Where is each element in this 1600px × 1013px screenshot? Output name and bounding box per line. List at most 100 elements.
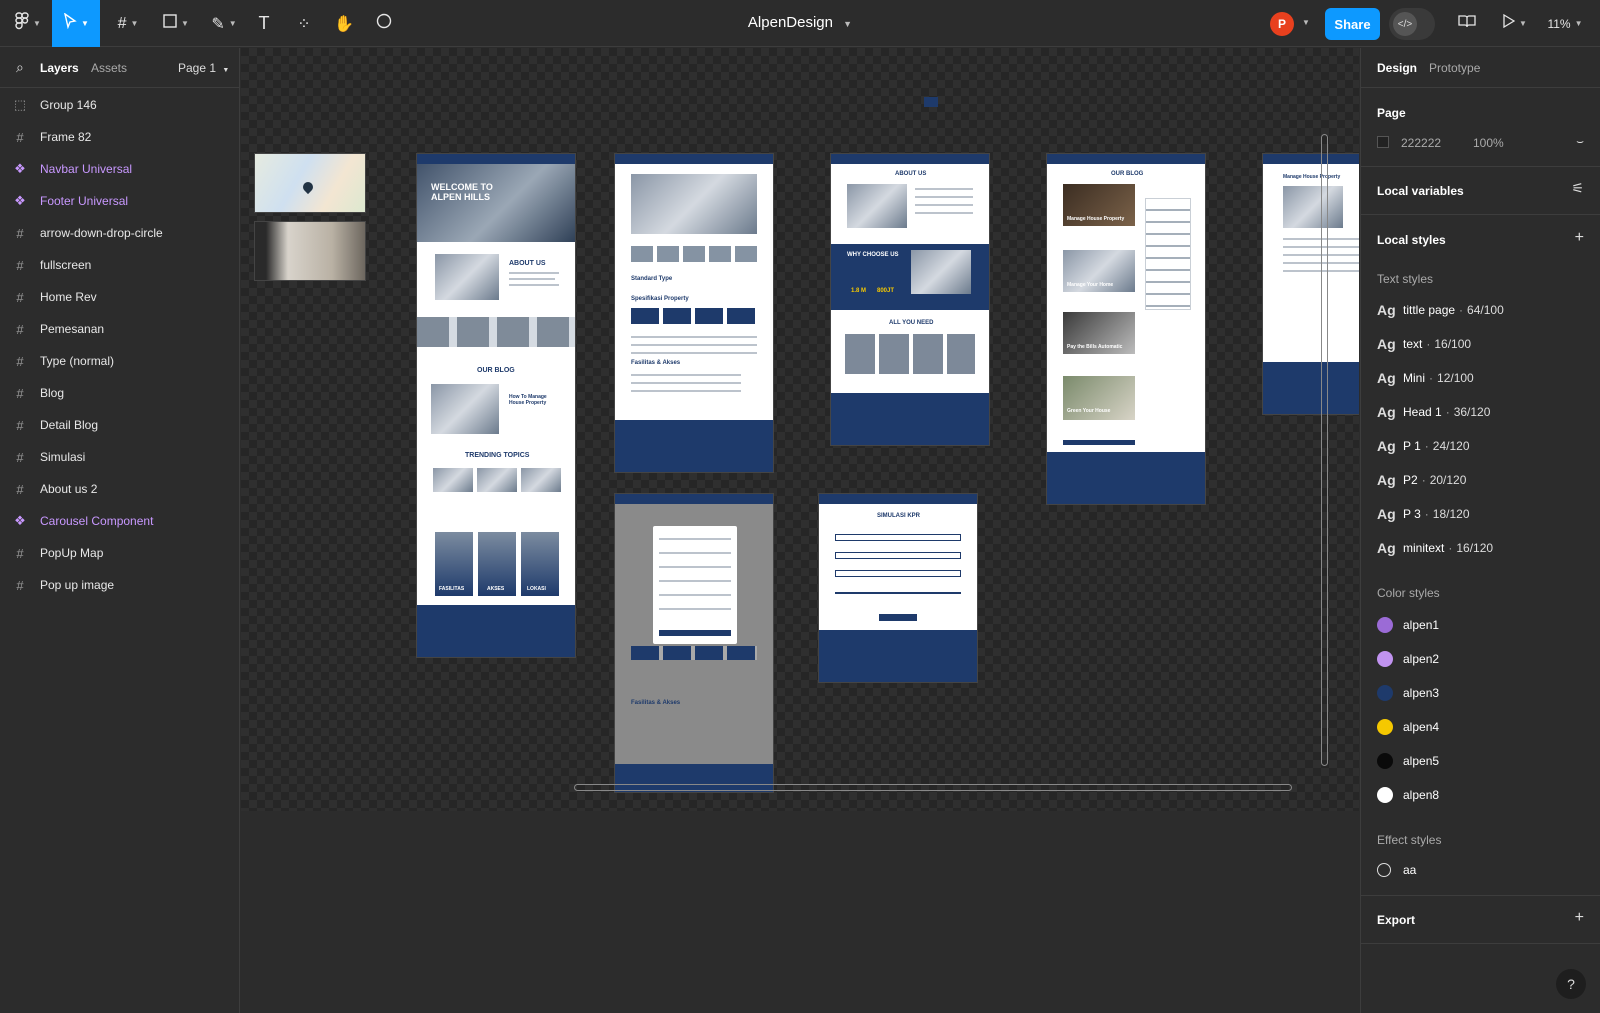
dev-mode-toggle[interactable]: </>: [1389, 8, 1435, 40]
avatar[interactable]: P: [1270, 12, 1294, 36]
tiny-note[interactable]: [924, 97, 938, 107]
comment-tool-button[interactable]: [370, 0, 398, 47]
library-button[interactable]: [1452, 0, 1482, 47]
text-style-item[interactable]: Ag minitext · 16/120: [1377, 538, 1493, 558]
frame-detail-blog[interactable]: Manage House Property: [1262, 153, 1359, 415]
layer-item[interactable]: ❖ Footer Universal: [0, 185, 239, 217]
tab-design[interactable]: Design: [1377, 61, 1417, 75]
blog-sidebar: [1145, 198, 1191, 310]
canvas-vertical-scrollbar[interactable]: [1321, 134, 1328, 766]
text-style-name: tittle page: [1403, 303, 1456, 317]
layer-item[interactable]: ⬚ Group 146: [0, 89, 239, 121]
local-variables-title[interactable]: Local variables: [1377, 184, 1464, 198]
hero-image: [417, 164, 575, 242]
text-style-separator: ·: [1429, 371, 1434, 385]
pen-tool-button[interactable]: ✎ ▼: [204, 0, 244, 47]
eye-closed-icon[interactable]: ⌣: [1576, 134, 1584, 149]
stat-2: 800JT: [877, 288, 895, 294]
tab-prototype[interactable]: Prototype: [1429, 61, 1480, 75]
component-icon: ❖: [14, 161, 26, 176]
hand-tool-button[interactable]: ✋: [330, 0, 358, 47]
text-style-spec: 16/100: [1434, 337, 1472, 351]
file-name[interactable]: AlpenDesign: [748, 14, 833, 31]
color-style-item[interactable]: alpen4: [1377, 717, 1439, 737]
layer-item[interactable]: ❖ Navbar Universal: [0, 153, 239, 185]
frame-simulasi[interactable]: SIMULASI KPR: [818, 493, 978, 683]
frame-popup-map[interactable]: [254, 153, 366, 213]
canvas-horizontal-scrollbar[interactable]: [574, 784, 1292, 791]
add-style-icon[interactable]: +: [1575, 229, 1584, 247]
frame-pemesanan[interactable]: Fasilitas & Akses: [614, 493, 774, 793]
frame-type-normal[interactable]: Standard Type Spesifikasi Property Fasil…: [614, 153, 774, 473]
color-style-item[interactable]: alpen8: [1377, 785, 1439, 805]
resources-tool-button[interactable]: ⁘: [290, 0, 318, 47]
layer-item[interactable]: ❖ Carousel Component: [0, 505, 239, 537]
trending-1: [433, 468, 473, 492]
text-style-item[interactable]: Ag Mini · 12/100: [1377, 368, 1474, 388]
text-style-spec: 18/120: [1432, 507, 1470, 521]
present-button[interactable]: ▼: [1498, 0, 1532, 47]
sliders-icon[interactable]: ⚟: [1571, 180, 1584, 197]
chevron-down-icon[interactable]: ▼: [843, 19, 852, 29]
chevron-down-icon: ▼: [33, 19, 41, 28]
tab-assets[interactable]: Assets: [91, 61, 127, 75]
play-icon: [1503, 13, 1516, 33]
frame-tool-button[interactable]: # ▼: [108, 0, 148, 47]
frame-about-us[interactable]: ABOUT US WHY CHOOSE US 1.8 M 800JT ALL Y…: [830, 153, 990, 446]
layer-item[interactable]: # Pop up image: [0, 569, 239, 601]
share-button[interactable]: Share: [1325, 8, 1380, 40]
add-export-icon[interactable]: +: [1575, 909, 1584, 927]
figma-logo-icon: [15, 12, 29, 35]
carousel-strip: [417, 317, 575, 347]
color-style-item[interactable]: alpen5: [1377, 751, 1439, 771]
text-style-item[interactable]: Ag Head 1 · 36/120: [1377, 402, 1490, 422]
canvas[interactable]: WELCOME TO ALPEN HILLS ABOUT US OUR BLOG…: [241, 48, 1359, 811]
layer-item[interactable]: # Pemesanan: [0, 313, 239, 345]
layer-name: Detail Blog: [40, 418, 99, 432]
frame-blog[interactable]: OUR BLOG Manage House Property Manage Yo…: [1046, 153, 1206, 505]
layer-item[interactable]: # Detail Blog: [0, 409, 239, 441]
frame-icon: #: [16, 481, 24, 497]
layer-item[interactable]: # About us 2: [0, 473, 239, 505]
footer: [417, 605, 575, 657]
color-style-item[interactable]: alpen2: [1377, 649, 1439, 669]
search-icon[interactable]: ⌕: [16, 59, 24, 76]
page-color-value[interactable]: 222222: [1401, 136, 1441, 150]
text-style-item[interactable]: Ag tittle page · 64/100: [1377, 300, 1504, 320]
layer-item[interactable]: # arrow-down-drop-circle: [0, 217, 239, 249]
chevron-down-icon: ▼: [1519, 19, 1527, 28]
layer-item[interactable]: # Simulasi: [0, 441, 239, 473]
layer-item[interactable]: # PopUp Map: [0, 537, 239, 569]
text-style-item[interactable]: Ag P2 · 20/120: [1377, 470, 1466, 490]
help-button[interactable]: ?: [1556, 969, 1586, 999]
sim-button: [879, 614, 917, 621]
page-selector[interactable]: Page 1 ▼: [178, 61, 229, 75]
text-style-spec: 36/120: [1453, 405, 1491, 419]
text-tool-button[interactable]: T: [250, 0, 278, 47]
color-style-name: alpen5: [1403, 754, 1440, 768]
blog-title: OUR BLOG: [477, 367, 515, 374]
layer-item[interactable]: # Type (normal): [0, 345, 239, 377]
zoom-control[interactable]: 11% ▼: [1540, 0, 1590, 47]
color-style-item[interactable]: alpen3: [1377, 683, 1439, 703]
text-style-item[interactable]: Ag P 3 · 18/120: [1377, 504, 1470, 524]
main-menu-button[interactable]: ▼: [8, 0, 48, 47]
frame-popup-image[interactable]: [254, 221, 366, 281]
tab-layers[interactable]: Layers: [40, 61, 79, 75]
chevron-down-icon[interactable]: ▼: [1302, 18, 1310, 27]
layer-item[interactable]: # Blog: [0, 377, 239, 409]
effect-style-item[interactable]: aa: [1377, 860, 1416, 880]
text-style-item[interactable]: Ag text · 16/100: [1377, 334, 1471, 354]
component-icon: ❖: [14, 513, 26, 528]
frame-home-rev[interactable]: WELCOME TO ALPEN HILLS ABOUT US OUR BLOG…: [416, 153, 576, 658]
text-style-item[interactable]: Ag P 1 · 24/120: [1377, 436, 1470, 456]
page-color-swatch[interactable]: [1377, 136, 1389, 148]
layer-item[interactable]: # Home Rev: [0, 281, 239, 313]
shape-tool-button[interactable]: ▼: [156, 0, 196, 47]
move-tool-button[interactable]: ▼: [52, 0, 100, 47]
pagination: [1063, 440, 1135, 445]
layer-item[interactable]: # fullscreen: [0, 249, 239, 281]
layer-item[interactable]: # Frame 82: [0, 121, 239, 153]
page-opacity-value[interactable]: 100%: [1473, 136, 1504, 150]
color-style-item[interactable]: alpen1: [1377, 615, 1439, 635]
